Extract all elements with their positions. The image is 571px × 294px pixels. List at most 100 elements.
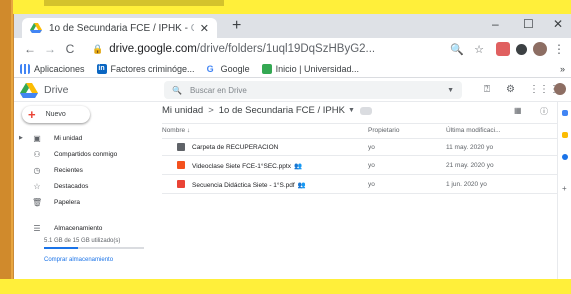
pdf-file-icon (177, 180, 185, 188)
sidebar-item-starred[interactable]: ☆ Destacados (14, 180, 154, 192)
file-owner: yo (368, 144, 375, 151)
slides-file-icon (177, 161, 185, 169)
file-name: Videoclase Siete FCE-1°SEC.pptx 👥 (192, 163, 303, 170)
account-avatar[interactable] (554, 83, 566, 95)
expand-arrow-icon[interactable]: ▶ (19, 135, 23, 141)
tasks-addon-icon[interactable] (562, 154, 568, 160)
address-bar[interactable]: 🔒 drive.google.com/drive/folders/1uql19D… (86, 40, 490, 58)
drive-main: Mi unidad > 1o de Secundaria FCE / IPHK … (162, 102, 557, 279)
file-row[interactable]: Videoclase Siete FCE-1°SEC.pptx 👥 yo 21 m… (162, 157, 557, 175)
reload-button[interactable]: C (60, 42, 80, 56)
info-icon[interactable]: ⓘ (540, 106, 548, 117)
column-owner: Propietario (368, 127, 400, 134)
drive-search-input[interactable]: 🔍 Buscar en Drive ▼ (164, 81, 462, 99)
back-button[interactable]: ← (20, 42, 40, 56)
file-modified: 11 may. 2020 yo (446, 144, 494, 151)
title-bar: 1o de Secundaria FCE / IPHK - G ✕ + – ☐ … (14, 14, 571, 38)
desktop-strip (44, 0, 224, 6)
folder-menu-icon[interactable]: ▼ (348, 107, 355, 114)
breadcrumb-root[interactable]: Mi unidad (162, 105, 203, 116)
star-icon: ☆ (33, 181, 41, 191)
sidebar-item-storage[interactable]: ☰ Almacenamiento (14, 222, 154, 234)
desktop-left-edge (0, 0, 13, 294)
google-icon: G (206, 63, 214, 74)
forward-button[interactable]: → (40, 42, 60, 56)
buy-storage-link[interactable]: Comprar almacenamiento (44, 257, 113, 263)
side-panel: + (557, 102, 571, 279)
add-addon-icon[interactable]: + (562, 184, 568, 193)
recent-clock-icon: ◷ (33, 165, 41, 175)
drive-header: Drive 🔍 Buscar en Drive ▼ ⍰ ⚙ ⋮⋮⋮ (14, 78, 571, 102)
bookmark-universidad[interactable]: Inicio | Universidad... (261, 63, 359, 74)
breadcrumb-current[interactable]: 1o de Secundaria FCE / IPHK (219, 105, 345, 116)
file-owner: yo (368, 162, 375, 169)
storage-progress-bar (44, 247, 144, 249)
bookmark-google[interactable]: G Google (207, 64, 250, 74)
file-name: Secuencia Didáctica Siete - 1°S.pdf 👥 (192, 182, 306, 189)
browser-tab[interactable]: 1o de Secundaria FCE / IPHK - G ✕ (22, 18, 217, 38)
plus-icon: + (28, 107, 36, 122)
storage-progress-fill (44, 247, 78, 249)
column-modified[interactable]: Última modificaci... (446, 127, 501, 134)
browser-window: 1o de Secundaria FCE / IPHK - G ✕ + – ☐ … (14, 14, 571, 279)
minimize-button[interactable]: – (492, 17, 499, 31)
url-host: drive.google.com (109, 43, 197, 55)
new-tab-button[interactable]: + (232, 17, 241, 35)
file-modified: 21 may. 2020 yo (446, 162, 494, 169)
folder-icon (177, 143, 185, 151)
apps-grid-icon (20, 63, 30, 74)
url-path: /drive/folders/1uql19DqSzHByG2... (196, 43, 376, 55)
tab-close-icon[interactable]: ✕ (200, 22, 209, 35)
shared-folder-icon (359, 106, 372, 115)
tab-title: 1o de Secundaria FCE / IPHK - G (49, 22, 194, 34)
drive-logo-icon[interactable] (20, 83, 38, 98)
help-icon[interactable]: ⍰ (484, 84, 490, 95)
extension-icon[interactable] (496, 42, 510, 56)
drive-sidebar: + Nuevo ▶ ▣ Mi unidad ⚇ Compartidos conm… (14, 102, 162, 279)
desktop-bottom-bar (0, 279, 571, 294)
settings-gear-icon[interactable]: ⚙ (506, 84, 515, 95)
browser-menu-icon[interactable]: ⋮ (553, 42, 565, 56)
file-name: Carpeta de RECUPERACION (192, 144, 279, 151)
drive-favicon-icon (30, 23, 42, 33)
bookmark-factores[interactable]: in Factores criminóge... (96, 63, 195, 74)
maximize-button[interactable]: ☐ (523, 17, 534, 31)
sidebar-item-shared[interactable]: ⚇ Compartidos conmigo (14, 148, 154, 160)
keep-addon-icon[interactable] (562, 132, 568, 138)
search-options-icon[interactable]: ▼ (447, 87, 454, 94)
header-divider (162, 123, 557, 124)
puzzle-extensions-icon[interactable] (516, 43, 527, 55)
profile-avatar[interactable] (533, 42, 547, 56)
bookmark-star-icon[interactable]: ☆ (474, 43, 484, 56)
file-owner: yo (368, 181, 375, 188)
calendar-addon-icon[interactable] (562, 110, 568, 116)
breadcrumb-separator: > (208, 105, 214, 116)
new-button[interactable]: + Nuevo (22, 106, 90, 123)
bookmark-apps[interactable]: Aplicaciones (20, 63, 85, 74)
bookmarks-bar: Aplicaciones in Factores criminóge... G … (14, 60, 571, 78)
grid-view-icon[interactable]: ▦ (514, 106, 522, 115)
search-icon: 🔍 (172, 85, 182, 95)
trash-icon: 🗑 (32, 197, 43, 207)
breadcrumb: Mi unidad > 1o de Secundaria FCE / IPHK … (162, 105, 372, 116)
my-drive-icon: ▣ (33, 133, 41, 143)
file-row[interactable]: Secuencia Didáctica Siete - 1°S.pdf 👥 yo … (162, 176, 557, 194)
more-bookmarks-button[interactable]: » (560, 64, 565, 74)
close-window-button[interactable]: ✕ (553, 17, 563, 31)
storage-icon: ☰ (33, 223, 41, 233)
file-modified: 1 jun. 2020 yo (446, 181, 487, 188)
file-row[interactable]: Carpeta de RECUPERACION yo 11 may. 2020 … (162, 138, 557, 156)
shared-with-me-icon: ⚇ (33, 149, 41, 159)
lock-icon: 🔒 (92, 43, 104, 54)
sidebar-item-trash[interactable]: 🗑 Papelera (14, 196, 154, 208)
storage-used-text: 5.1 GB de 15 GB utilizado(s) (44, 238, 121, 244)
address-toolbar: ← → C 🔒 drive.google.com/drive/folders/1… (14, 38, 571, 60)
column-name[interactable]: Nombre ↓ (162, 127, 190, 134)
sidebar-item-my-drive[interactable]: ▶ ▣ Mi unidad (14, 132, 154, 144)
desktop-top-bar (0, 0, 571, 14)
linkedin-icon: in (96, 63, 107, 74)
sidebar-item-recent[interactable]: ◷ Recientes (14, 164, 154, 176)
search-page-icon[interactable]: 🔍 (450, 43, 464, 56)
drive-app-name: Drive (44, 84, 69, 96)
university-icon (261, 63, 272, 74)
